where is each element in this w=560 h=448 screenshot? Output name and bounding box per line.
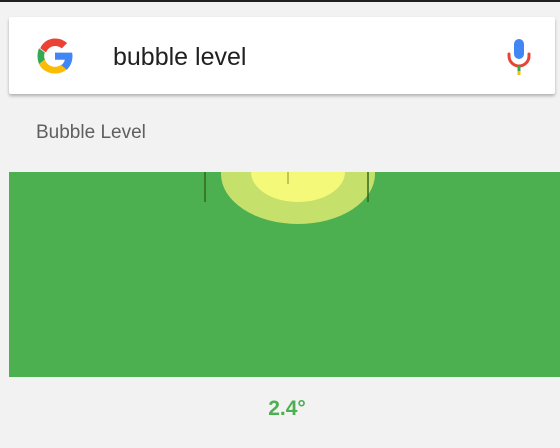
search-bar[interactable]: bubble level	[9, 17, 555, 94]
search-query-text[interactable]: bubble level	[113, 42, 246, 72]
bubble-level-display	[9, 172, 560, 377]
screen: bubble level Bubble Level 2.4°	[0, 0, 560, 448]
microphone-icon[interactable]	[506, 37, 532, 77]
tilt-angle-readout: 2.4°	[268, 397, 306, 420]
status-divider	[0, 0, 560, 2]
card-title: Bubble Level	[36, 122, 146, 143]
bubble-level-graphic	[204, 172, 375, 224]
google-g-icon[interactable]	[35, 36, 75, 76]
